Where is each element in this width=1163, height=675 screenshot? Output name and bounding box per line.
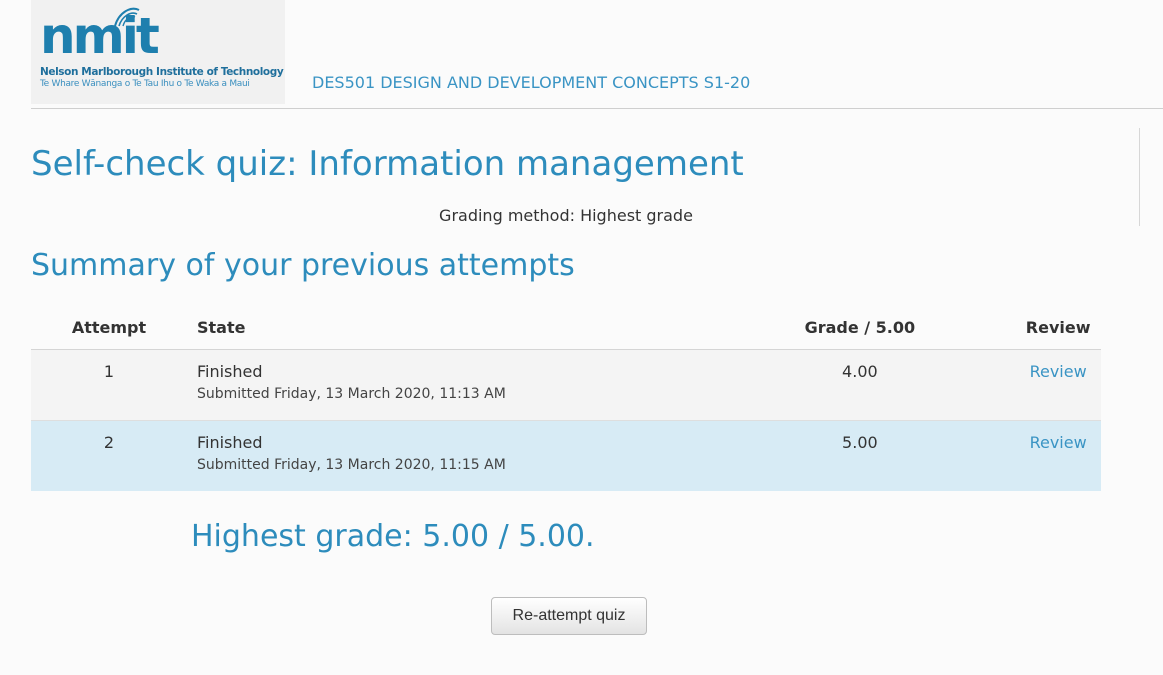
review-cell: Review bbox=[1015, 349, 1101, 421]
state-label: Finished bbox=[196, 433, 263, 452]
submitted-time: Submitted Friday, 13 March 2020, 11:15 A… bbox=[196, 457, 506, 473]
attempt-state: Finished Submitted Friday, 13 March 2020… bbox=[186, 349, 705, 421]
attempt-state: Finished Submitted Friday, 13 March 2020… bbox=[186, 420, 705, 491]
review-link[interactable]: Review bbox=[1030, 433, 1087, 452]
submitted-time: Submitted Friday, 13 March 2020, 11:13 A… bbox=[196, 386, 506, 402]
logo-wordmark: nmit bbox=[40, 7, 160, 65]
attempt-grade: 5.00 bbox=[704, 420, 1016, 491]
header-review: Review bbox=[1015, 306, 1101, 350]
header-grade: Grade / 5.00 bbox=[704, 306, 1016, 350]
attempt-number: 2 bbox=[31, 420, 187, 491]
header-state: State bbox=[186, 306, 705, 350]
attempt-number: 1 bbox=[31, 349, 187, 421]
nmit-logo[interactable]: nmit Nelson Marlborough Institute of Tec… bbox=[31, 0, 285, 104]
logo-maori-name: Te Whare Wānanga o Te Tau Ihu o Te Waka … bbox=[40, 79, 250, 89]
review-link[interactable]: Review bbox=[1030, 362, 1087, 381]
highest-grade: Highest grade: 5.00 / 5.00. bbox=[191, 519, 595, 554]
table-row: 2 Finished Submitted Friday, 13 March 20… bbox=[31, 420, 1101, 491]
divider bbox=[1139, 128, 1140, 226]
summary-heading: Summary of your previous attempts bbox=[31, 248, 575, 283]
attempt-grade: 4.00 bbox=[704, 349, 1016, 421]
logo-institute-name: Nelson Marlborough Institute of Technolo… bbox=[40, 66, 284, 78]
course-link[interactable]: DES501 DESIGN AND DEVELOPMENT CONCEPTS S… bbox=[312, 73, 750, 92]
attempts-table: Attempt State Grade / 5.00 Review 1 Fini… bbox=[31, 306, 1101, 491]
page-title: Self-check quiz: Information management bbox=[31, 144, 744, 184]
review-cell: Review bbox=[1015, 420, 1101, 491]
reattempt-quiz-button[interactable]: Re-attempt quiz bbox=[491, 597, 647, 635]
table-header-row: Attempt State Grade / 5.00 Review bbox=[31, 306, 1101, 350]
page-header: nmit Nelson Marlborough Institute of Tec… bbox=[31, 0, 1163, 109]
grading-method: Grading method: Highest grade bbox=[439, 206, 693, 225]
state-label: Finished bbox=[196, 362, 263, 381]
table-row: 1 Finished Submitted Friday, 13 March 20… bbox=[31, 349, 1101, 421]
header-attempt: Attempt bbox=[31, 306, 187, 350]
